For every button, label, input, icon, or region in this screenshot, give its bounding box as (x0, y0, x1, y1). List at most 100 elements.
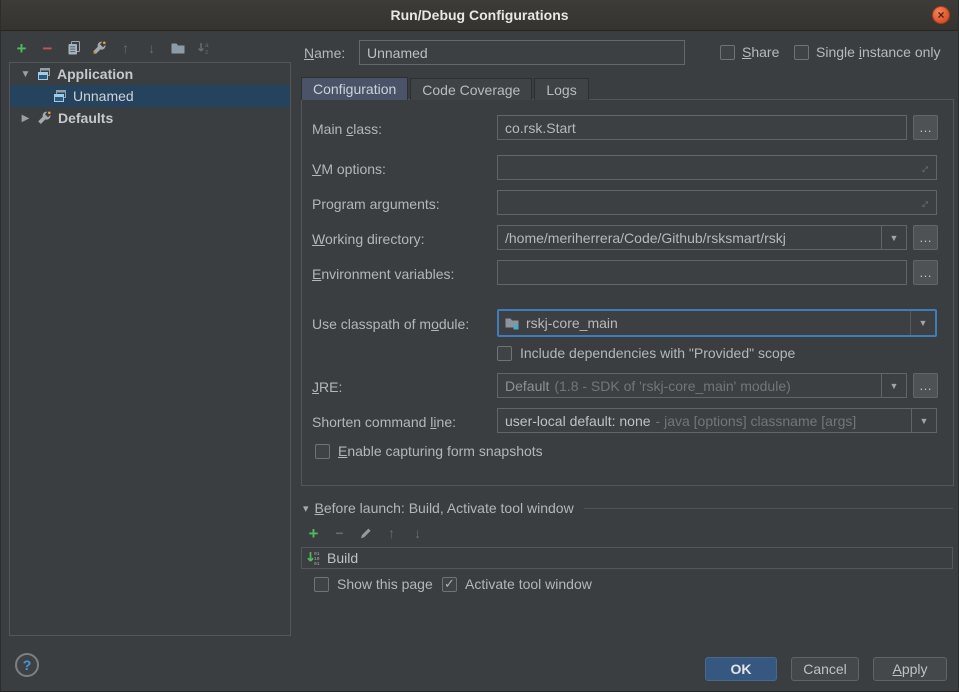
share-checkbox[interactable]: Share (720, 44, 779, 60)
before-launch-header[interactable]: ▾ Before launch: Build, Activate tool wi… (303, 500, 953, 516)
before-launch-task-list: 01 10 01 Build (301, 547, 953, 569)
capture-snapshots-checkbox[interactable]: Enable capturing form snapshots (315, 443, 543, 459)
help-button[interactable]: ? (15, 653, 39, 677)
remove-configuration-button[interactable]: − (39, 39, 56, 57)
move-task-down-button[interactable]: ↓ (410, 524, 425, 542)
working-directory-browse-button[interactable]: … (913, 225, 938, 250)
tree-item-defaults[interactable]: ▶ Defaults (10, 107, 290, 129)
configurations-tree: ▼ Application Unnamed (9, 62, 291, 636)
program-arguments-input[interactable]: ↔ (497, 190, 937, 215)
apply-label: Apply (892, 661, 927, 677)
share-label: Share (742, 44, 779, 60)
tree-item-unnamed[interactable]: Unnamed (10, 85, 290, 107)
working-directory-combobox[interactable]: /home/meriherrera/Code/Github/rsksmart/r… (497, 225, 907, 250)
tree-collapsed-icon[interactable]: ▶ (20, 113, 31, 124)
environment-variables-label: Environment variables: (312, 266, 454, 282)
minus-icon: − (43, 40, 53, 57)
checkbox-box[interactable] (314, 577, 329, 592)
checkbox-box[interactable] (315, 444, 330, 459)
activate-tool-window-checkbox[interactable]: Activate tool window (442, 576, 592, 592)
wrench-icon (36, 110, 53, 126)
apply-button[interactable]: Apply (873, 657, 947, 681)
create-folder-button[interactable] (169, 39, 186, 57)
move-up-button[interactable]: ↑ (117, 39, 134, 57)
environment-variables-browse-button[interactable]: … (913, 260, 938, 285)
cancel-button[interactable]: Cancel (791, 657, 859, 681)
main-class-label: Main class: (312, 121, 382, 137)
remove-task-button[interactable]: − (332, 524, 347, 542)
checkbox-box[interactable] (720, 45, 735, 60)
wrench-icon (91, 40, 108, 56)
move-task-up-button[interactable]: ↑ (384, 524, 399, 542)
main-class-input[interactable]: co.rsk.Start (497, 115, 907, 140)
tree-item-application[interactable]: ▼ Application (10, 63, 290, 85)
svg-text:a: a (205, 42, 209, 49)
before-launch-label: Before launch: Build, Activate tool wind… (315, 500, 574, 516)
checkbox-box[interactable] (794, 45, 809, 60)
pencil-icon (359, 526, 373, 540)
move-down-button[interactable]: ↓ (143, 39, 160, 57)
name-value: Unnamed (367, 45, 428, 61)
ellipsis-icon: … (919, 266, 932, 279)
use-classpath-label: Use classpath of module: (312, 316, 469, 332)
name-label: Name: (304, 45, 345, 61)
dialog-title: Run/Debug Configurations (390, 7, 568, 23)
sort-configurations-button[interactable]: a z (195, 39, 212, 57)
close-icon: × (937, 9, 944, 21)
main-class-browse-button[interactable]: … (913, 115, 938, 140)
tab-logs[interactable]: Logs (534, 78, 588, 100)
jre-combobox[interactable]: Default (1.8 - SDK of 'rskj-core_main' m… (497, 373, 907, 398)
shorten-command-line-label: Shorten command line: (312, 414, 456, 430)
jre-browse-button[interactable]: … (913, 373, 938, 398)
expand-field-icon[interactable]: ↔ (914, 158, 934, 178)
edit-task-button[interactable] (358, 524, 373, 542)
shorten-command-line-combobox[interactable]: user-local default: none - java [options… (497, 408, 937, 433)
module-icon (504, 315, 520, 331)
application-icon (52, 88, 68, 104)
tree-expanded-icon[interactable]: ▼ (20, 69, 31, 80)
tab-code-coverage[interactable]: Code Coverage (410, 78, 532, 100)
environment-variables-input[interactable] (497, 260, 907, 285)
include-provided-checkbox[interactable]: Include dependencies with "Provided" sco… (497, 345, 795, 361)
show-this-page-label: Show this page (337, 576, 433, 592)
expand-field-icon[interactable]: ↔ (914, 193, 934, 213)
svg-text:z: z (205, 49, 208, 56)
task-item-build[interactable]: Build (327, 550, 358, 566)
ellipsis-icon: … (919, 121, 932, 134)
close-button[interactable]: × (932, 6, 950, 24)
section-rule (584, 508, 953, 509)
checkbox-box[interactable] (497, 346, 512, 361)
dropdown-arrow-icon[interactable]: ▼ (910, 311, 935, 335)
dropdown-arrow-icon[interactable]: ▼ (881, 374, 906, 397)
before-launch-toolbar: + − ↑ ↓ (306, 524, 425, 542)
single-instance-checkbox[interactable]: Single instance only (794, 44, 941, 60)
tree-item-label: Application (57, 66, 133, 82)
copy-configuration-button[interactable] (65, 39, 82, 57)
working-directory-label: Working directory: (312, 231, 425, 247)
checkbox-box-checked[interactable] (442, 577, 457, 592)
edit-defaults-button[interactable] (91, 39, 108, 57)
tree-item-label: Defaults (58, 110, 113, 126)
capture-snapshots-label: Enable capturing form snapshots (338, 443, 543, 459)
add-configuration-button[interactable]: + (13, 39, 30, 57)
section-collapse-icon[interactable]: ▾ (303, 502, 309, 515)
show-this-page-checkbox[interactable]: Show this page (314, 576, 433, 592)
use-classpath-combobox[interactable]: rskj-core_main ▼ (497, 309, 937, 337)
program-arguments-label: Program arguments: (312, 196, 440, 212)
configuration-tab-panel: Main class: co.rsk.Start … VM options: ↔… (301, 99, 954, 486)
run-debug-configurations-dialog: Run/Debug Configurations × + − ↑ ↓ (0, 0, 959, 692)
tree-item-label: Unnamed (73, 88, 134, 104)
add-task-button[interactable]: + (306, 524, 321, 542)
svg-text:01: 01 (314, 561, 320, 566)
plus-icon: + (309, 525, 319, 542)
jre-label: JRE: (312, 379, 342, 395)
help-icon: ? (23, 657, 32, 673)
vm-options-input[interactable]: ↔ (497, 155, 937, 180)
dropdown-arrow-icon[interactable]: ▼ (881, 226, 906, 249)
ellipsis-icon: … (919, 379, 932, 392)
tab-configuration[interactable]: Configuration (301, 77, 408, 100)
dropdown-arrow-icon[interactable]: ▼ (911, 409, 936, 432)
arrow-up-icon: ↑ (122, 41, 129, 55)
name-input[interactable]: Unnamed (359, 40, 685, 65)
ok-button[interactable]: OK (705, 657, 777, 681)
